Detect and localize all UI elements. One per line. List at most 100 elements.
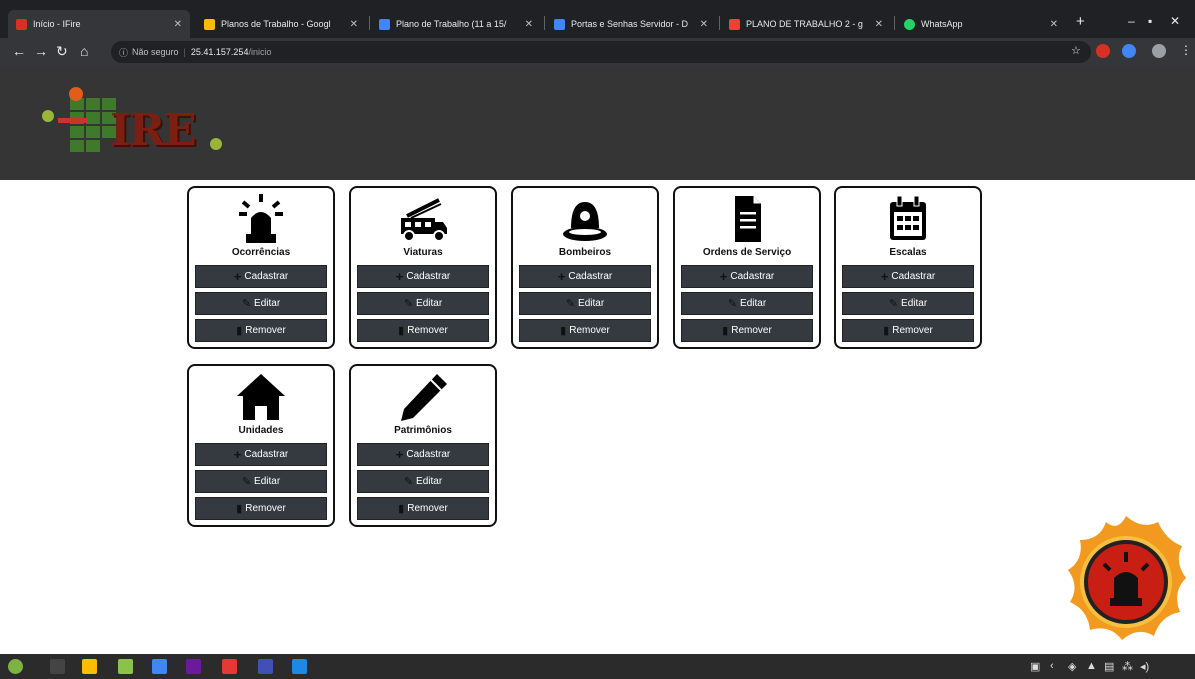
- trash-icon: ▮: [398, 325, 405, 337]
- tray-chevron-icon[interactable]: ‹: [1050, 660, 1054, 672]
- tab-title: Portas e Senhas Servidor - D: [571, 19, 689, 29]
- create-button[interactable]: + Cadastrar: [842, 265, 974, 288]
- remove-button[interactable]: ▮ Remover: [195, 497, 327, 520]
- tab-close-icon[interactable]: ✕: [174, 19, 182, 30]
- tab-close-icon[interactable]: ✕: [700, 19, 708, 30]
- remove-button[interactable]: ▮ Remover: [681, 319, 813, 342]
- tab-title: Plano de Trabalho (11 a 15/: [396, 19, 507, 29]
- trash-icon: ▮: [560, 325, 567, 337]
- card-title: Escalas: [889, 247, 927, 258]
- menu-icon[interactable]: ⋮: [1180, 43, 1192, 57]
- app-icon[interactable]: [292, 659, 307, 674]
- phpstorm-icon[interactable]: [186, 659, 201, 674]
- chrome-icon[interactable]: [152, 659, 167, 674]
- card-ordens-de-servico: Ordens de Serviço + Cadastrar ✎ Editar ▮ Re…: [673, 186, 821, 349]
- browser-tab[interactable]: PLANO DE TRABALHO 2 - g ✕: [721, 10, 891, 38]
- card-title: Ocorrências: [231, 247, 291, 258]
- plus-icon: +: [233, 269, 242, 284]
- create-button[interactable]: + Cadastrar: [357, 443, 489, 466]
- close-window-icon[interactable]: ✕: [1170, 14, 1180, 28]
- card-title: Unidades: [238, 425, 284, 436]
- browser-tab[interactable]: Planos de Trabalho - Googl ✕: [196, 10, 366, 38]
- button-label: Editar: [254, 298, 281, 309]
- create-button[interactable]: + Cadastrar: [195, 443, 327, 466]
- fire-truck-icon: [401, 198, 447, 242]
- network-icon[interactable]: ⁂: [1122, 660, 1133, 673]
- card-title: Bombeiros: [558, 247, 612, 258]
- shield-icon[interactable]: ◈: [1068, 660, 1076, 673]
- browser-tab[interactable]: Portas e Senhas Servidor - D ✕: [546, 10, 716, 38]
- remove-button[interactable]: ▮ Remover: [357, 497, 489, 520]
- plus-icon: +: [395, 269, 404, 284]
- clipboard-icon[interactable]: ▤: [1104, 660, 1114, 673]
- back-icon[interactable]: ←: [12, 43, 26, 59]
- remove-button[interactable]: ▮ Remover: [519, 319, 651, 342]
- tab-close-icon[interactable]: ✕: [875, 19, 883, 30]
- tab-favicon-icon: [379, 18, 390, 30]
- create-button[interactable]: + Cadastrar: [195, 265, 327, 288]
- minimize-icon[interactable]: –: [1128, 14, 1135, 28]
- tab-title: Início - IFire: [33, 19, 81, 29]
- edit-button[interactable]: ✎ Editar: [357, 292, 489, 315]
- app-icon[interactable]: [258, 659, 273, 674]
- tab-favicon-icon: [16, 18, 27, 30]
- edit-button[interactable]: ✎ Editar: [842, 292, 974, 315]
- button-label: Remover: [892, 325, 933, 336]
- firefighter-helmet-icon: [563, 202, 607, 241]
- pencil-icon: [401, 374, 447, 421]
- trash-icon: ▮: [883, 325, 890, 337]
- reload-icon[interactable]: ↻: [56, 43, 68, 59]
- edit-button[interactable]: ✎ Editar: [195, 470, 327, 493]
- remove-button[interactable]: ▮ Remover: [357, 319, 489, 342]
- button-label: Remover: [569, 325, 610, 336]
- house-icon: [237, 374, 285, 420]
- button-label: Editar: [901, 298, 928, 309]
- trash-icon: ▮: [236, 325, 243, 337]
- remove-button[interactable]: ▮ Remover: [195, 319, 327, 342]
- forward-icon[interactable]: →: [34, 43, 48, 59]
- browser-tab[interactable]: WhatsApp ✕: [896, 10, 1066, 38]
- app-icon[interactable]: [222, 659, 237, 674]
- button-label: Remover: [245, 325, 286, 336]
- browser-tab[interactable]: Início - IFire ✕: [8, 10, 190, 38]
- extension-icon[interactable]: [1122, 44, 1136, 58]
- files-icon[interactable]: [118, 659, 133, 674]
- remove-button[interactable]: ▮ Remover: [842, 319, 974, 342]
- button-label: Editar: [254, 476, 281, 487]
- pencil-icon: ✎: [727, 298, 738, 310]
- logo-text: IRE: [110, 105, 197, 156]
- volume-icon[interactable]: ◂): [1140, 660, 1149, 673]
- extension-icon[interactable]: [1096, 44, 1110, 58]
- create-button[interactable]: + Cadastrar: [681, 265, 813, 288]
- edit-button[interactable]: ✎ Editar: [195, 292, 327, 315]
- plus-icon: +: [719, 269, 728, 284]
- info-icon[interactable]: ⓘ: [119, 46, 128, 59]
- terminal-icon[interactable]: [50, 659, 65, 674]
- warning-icon[interactable]: ▲: [1086, 660, 1097, 672]
- create-button[interactable]: + Cadastrar: [519, 265, 651, 288]
- browser-tab[interactable]: Plano de Trabalho (11 a 15/ ✕: [371, 10, 541, 38]
- maximize-icon[interactable]: ▪: [1148, 14, 1152, 28]
- tab-close-icon[interactable]: ✕: [1050, 19, 1058, 30]
- start-menu-icon[interactable]: [8, 659, 23, 674]
- tab-close-icon[interactable]: ✕: [350, 19, 358, 30]
- tab-favicon-icon: [554, 18, 565, 30]
- card-title: Ordens de Serviço: [702, 247, 792, 258]
- edit-button[interactable]: ✎ Editar: [519, 292, 651, 315]
- create-button[interactable]: + Cadastrar: [357, 265, 489, 288]
- profile-avatar[interactable]: [1152, 44, 1166, 58]
- bookmark-star-icon[interactable]: ☆: [1071, 44, 1081, 57]
- pencil-icon: ✎: [888, 298, 899, 310]
- pencil-icon: ✎: [565, 298, 576, 310]
- edit-button[interactable]: ✎ Editar: [357, 470, 489, 493]
- new-tab-icon[interactable]: +: [1076, 13, 1085, 30]
- tab-close-icon[interactable]: ✕: [525, 19, 533, 30]
- drive-icon[interactable]: [82, 659, 97, 674]
- button-label: Cadastrar: [406, 271, 451, 282]
- edit-button[interactable]: ✎ Editar: [681, 292, 813, 315]
- home-icon[interactable]: ⌂: [80, 43, 88, 59]
- card-ocorrencias: Ocorrências + Cadastrar ✎ Editar ▮ Remover: [187, 186, 335, 349]
- pencil-icon: ✎: [403, 298, 414, 310]
- tray-icon[interactable]: ▣: [1030, 660, 1040, 673]
- address-bar[interactable]: ⓘ Não seguro | 25.41.157.254/inicio: [111, 41, 1091, 63]
